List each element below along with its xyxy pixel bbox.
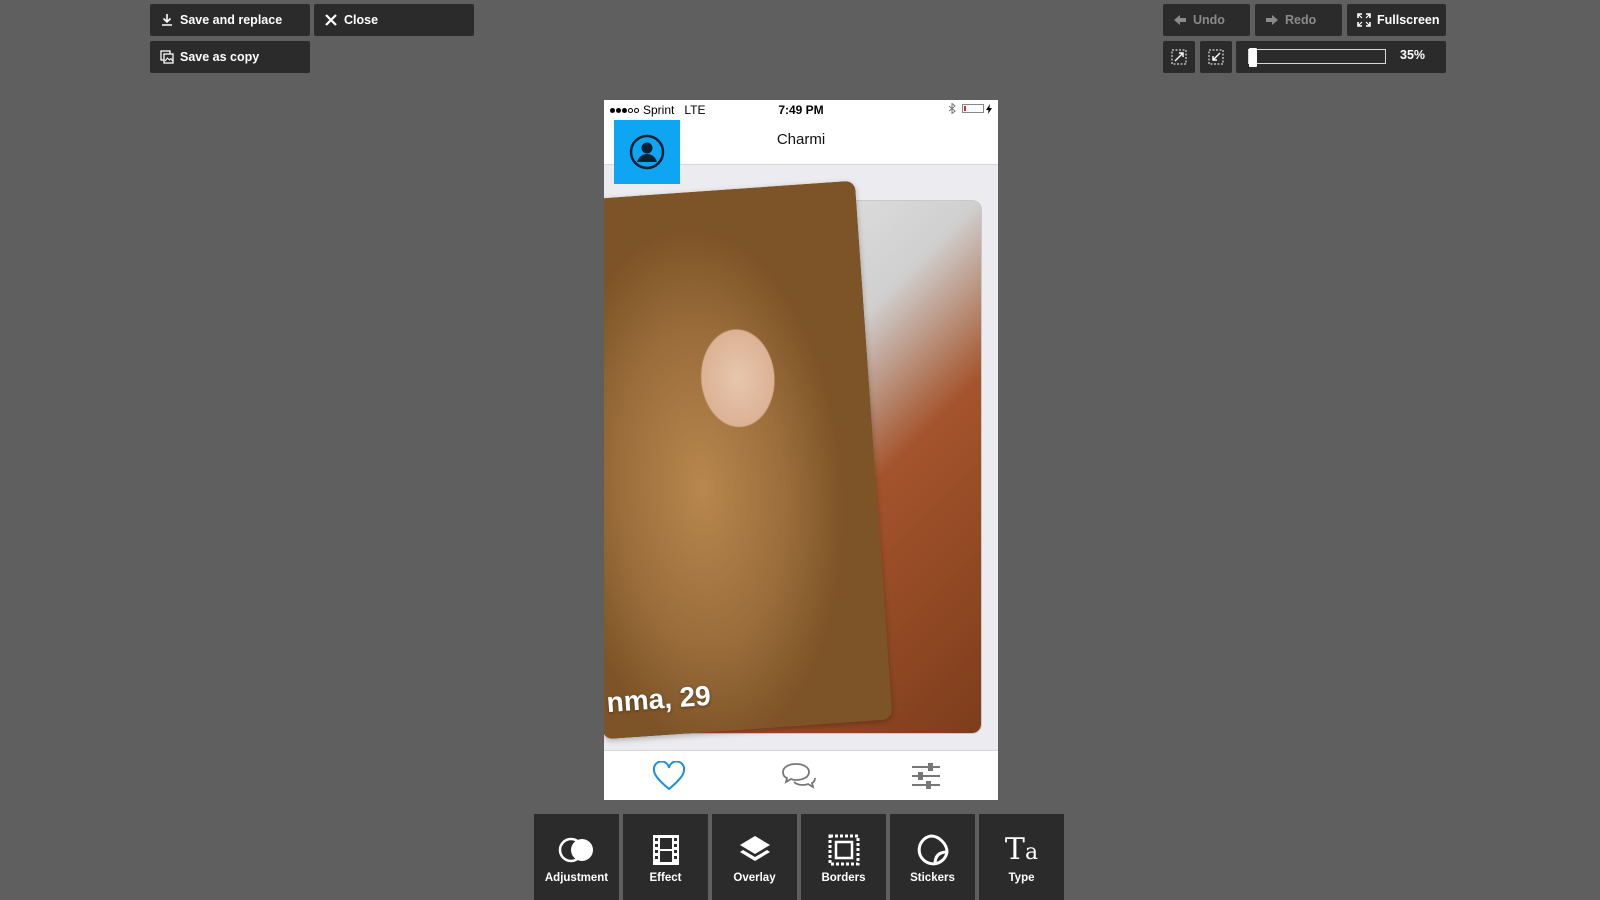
tab-chats[interactable] — [778, 759, 818, 793]
tab-filters[interactable] — [906, 759, 946, 793]
zoom-percentage: 35% — [1400, 48, 1426, 62]
tool-overlay[interactable]: Overlay — [712, 814, 797, 900]
user-profile-icon — [629, 134, 665, 170]
tool-type[interactable]: Ta Type — [979, 814, 1064, 900]
save-and-replace-button[interactable]: Save and replace — [150, 4, 310, 36]
zoom-control: 35% — [1236, 41, 1446, 73]
tool-borders-label: Borders — [821, 872, 866, 884]
redo-button[interactable]: Redo — [1255, 4, 1342, 36]
image-canvas[interactable]: Sprint LTE 7:49 PM Charmi nma, 29 — [604, 100, 998, 800]
download-icon — [160, 13, 174, 27]
tab-likes[interactable] — [649, 759, 689, 793]
undo-button[interactable]: Undo — [1163, 4, 1250, 36]
save-and-replace-label: Save and replace — [180, 13, 283, 27]
close-label: Close — [344, 13, 379, 27]
zoom-slider[interactable] — [1248, 48, 1386, 67]
layers-icon — [738, 832, 772, 868]
shrink-icon — [1208, 49, 1224, 65]
tool-borders[interactable]: Borders — [801, 814, 886, 900]
save-as-copy-label: Save as copy — [180, 50, 260, 64]
profile-photo — [604, 180, 893, 740]
sliders-icon — [910, 762, 942, 790]
editor-tools-bar: Adjustment Effect Overlay Borders Sticke… — [534, 814, 1064, 900]
ios-status-bar: Sprint LTE 7:49 PM — [604, 100, 998, 120]
profile-card[interactable]: nma, 29 — [604, 180, 893, 740]
chat-bubbles-icon — [780, 762, 816, 790]
redo-label: Redo — [1285, 13, 1317, 27]
adjustment-icon — [557, 832, 597, 868]
tool-effect[interactable]: Effect — [623, 814, 708, 900]
tool-stickers[interactable]: Stickers — [890, 814, 975, 900]
fullscreen-button[interactable]: Fullscreen — [1347, 4, 1446, 36]
copy-image-icon — [160, 50, 174, 64]
save-as-copy-button[interactable]: Save as copy — [150, 41, 310, 73]
tool-stickers-label: Stickers — [910, 872, 955, 884]
border-frame-icon — [828, 832, 860, 868]
actual-size-button[interactable] — [1200, 41, 1232, 73]
arrow-right-icon — [1265, 13, 1279, 27]
charging-icon — [986, 103, 992, 114]
profile-button[interactable] — [614, 120, 680, 184]
sticker-icon — [917, 832, 949, 868]
bluetooth-icon — [948, 103, 956, 114]
tool-adjustment-label: Adjustment — [544, 872, 609, 884]
zoom-slider-thumb[interactable] — [1249, 48, 1257, 67]
fullscreen-icon — [1357, 13, 1371, 27]
arrow-left-icon — [1173, 13, 1187, 27]
tool-effect-label: Effect — [649, 872, 682, 884]
expand-icon — [1171, 49, 1187, 65]
battery-icon — [962, 104, 984, 113]
undo-label: Undo — [1193, 13, 1225, 27]
film-icon — [652, 832, 680, 868]
tool-type-label: Type — [1008, 872, 1035, 884]
app-tab-bar — [604, 750, 998, 800]
heart-icon — [652, 761, 686, 791]
fit-to-screen-button[interactable] — [1163, 41, 1195, 73]
tool-overlay-label: Overlay — [733, 872, 776, 884]
type-icon: Ta — [1004, 832, 1039, 867]
close-button[interactable]: Close — [314, 4, 474, 36]
status-time: 7:49 PM — [778, 103, 824, 117]
close-icon — [324, 13, 338, 27]
tool-adjustment[interactable]: Adjustment — [534, 814, 619, 900]
fullscreen-label: Fullscreen — [1377, 13, 1440, 27]
